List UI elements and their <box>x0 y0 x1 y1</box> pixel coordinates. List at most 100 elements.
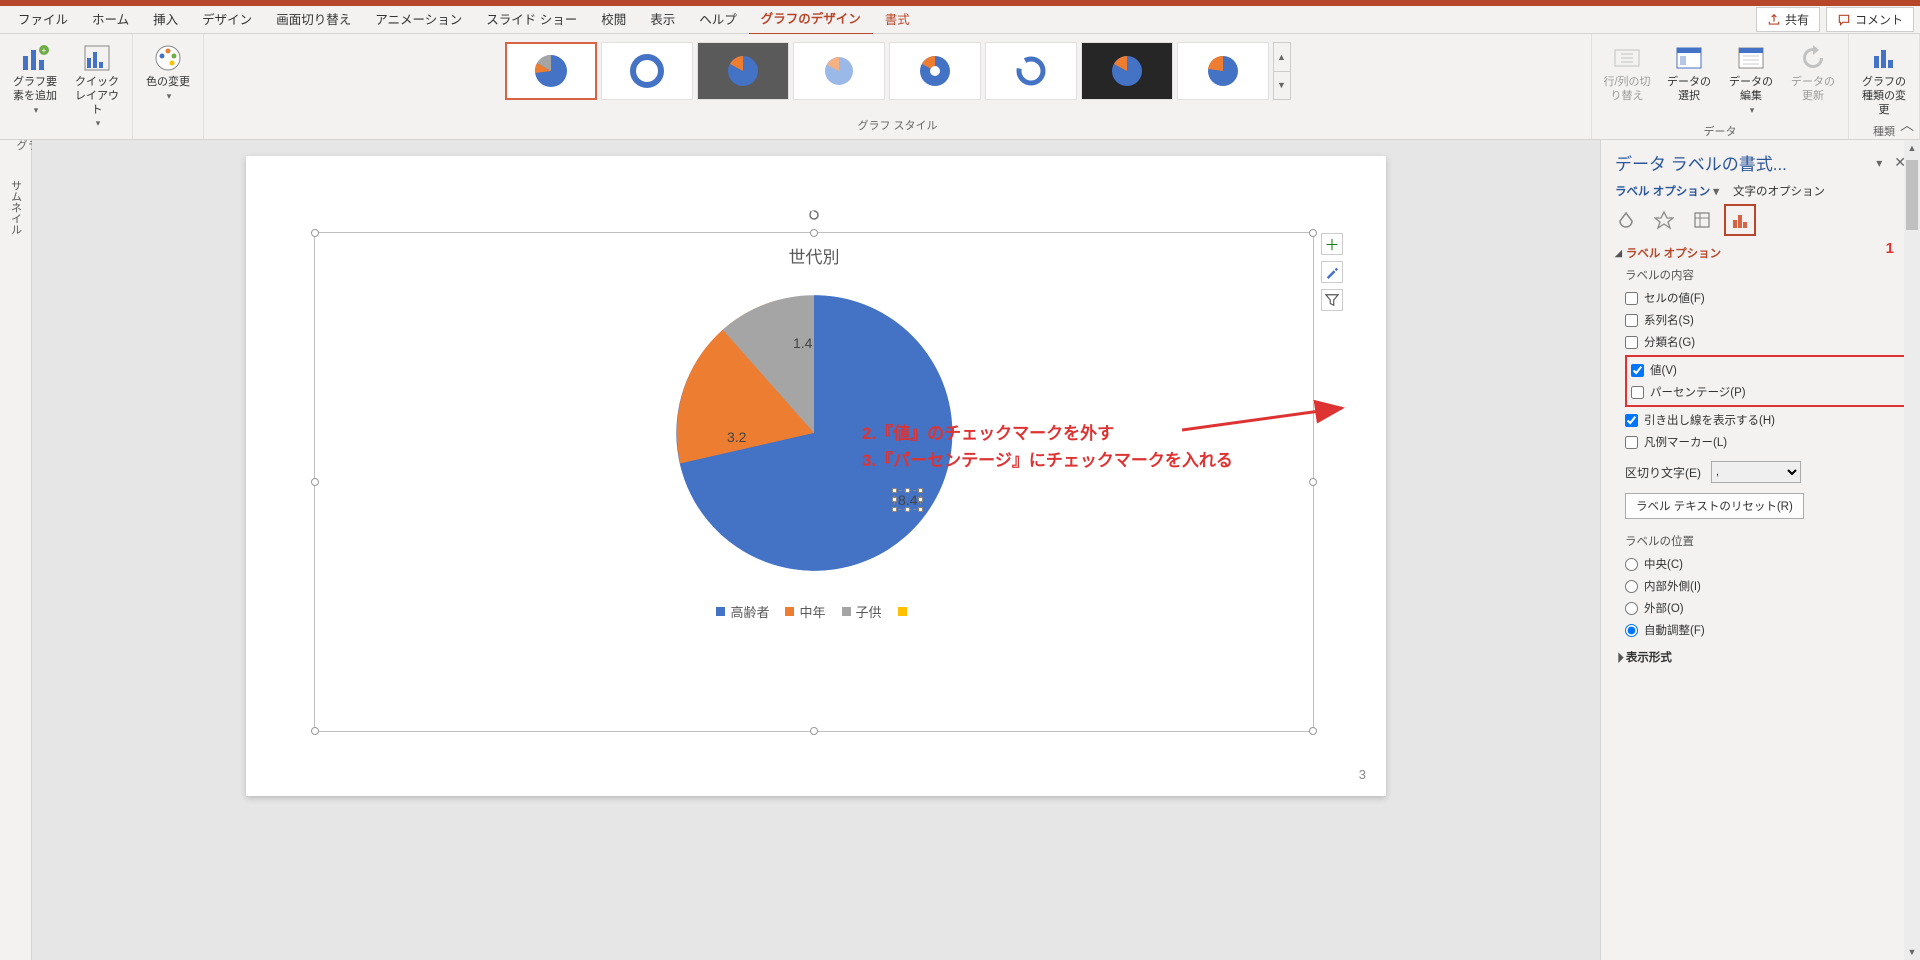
scroll-down[interactable]: ▼ <box>1904 944 1920 960</box>
tab-format[interactable]: 書式 <box>873 5 922 34</box>
tab-insert[interactable]: 挿入 <box>141 5 190 34</box>
chart-object[interactable]: 世代別 1.4 <box>314 232 1314 732</box>
tab-design[interactable]: デザイン <box>190 5 264 34</box>
effects-icon[interactable] <box>1653 209 1675 231</box>
slide[interactable]: 世代別 1.4 <box>246 156 1386 796</box>
legend-label-1: 高齢者 <box>730 602 769 621</box>
radio-center[interactable]: 中央(C) <box>1625 553 1906 575</box>
comment-button[interactable]: コメント <box>1826 7 1914 32</box>
main-area: サムネイル 世代別 <box>0 140 1920 960</box>
chart-filter-button[interactable] <box>1321 289 1343 311</box>
chart-style-3[interactable] <box>697 42 789 100</box>
chart-style-6[interactable] <box>985 42 1077 100</box>
switch-row-col-button: 行/列の切り替え <box>1598 38 1656 108</box>
label-options-icon[interactable] <box>1729 209 1751 231</box>
chart-style-2[interactable] <box>601 42 693 100</box>
data-label-2[interactable]: 3.2 <box>727 429 746 445</box>
slide-canvas[interactable]: 世代別 1.4 <box>32 140 1600 960</box>
separator-select[interactable]: , <box>1711 461 1801 483</box>
pane-subtab-text-options[interactable]: 文字のオプション <box>1733 183 1825 199</box>
share-button[interactable]: 共有 <box>1756 7 1820 32</box>
section-label-options[interactable]: ◢ラベル オプション <box>1615 245 1906 261</box>
chart-styles-button[interactable] <box>1321 261 1343 283</box>
tab-review[interactable]: 校閲 <box>589 5 638 34</box>
check-legend-marker[interactable]: 凡例マーカー(L) <box>1625 431 1906 453</box>
select-data-button[interactable]: データの選択 <box>1660 38 1718 108</box>
ribbon-styles-label: グラフ スタイル <box>857 115 937 137</box>
radio-outside[interactable]: 外部(O) <box>1625 597 1906 619</box>
check-cell-value[interactable]: セルの値(F) <box>1625 287 1906 309</box>
section-number-format[interactable]: ◢表示形式 <box>1615 649 1906 665</box>
thumbnail-strip[interactable]: サムネイル <box>0 140 32 960</box>
chart-title[interactable]: 世代別 <box>315 233 1313 268</box>
tab-slideshow[interactable]: スライド ショー <box>474 5 589 34</box>
radio-inside-end[interactable]: 内部外側(I) <box>1625 575 1906 597</box>
resize-handle-mr[interactable] <box>1309 478 1317 486</box>
tab-view[interactable]: 表示 <box>638 5 687 34</box>
legend-item-3[interactable]: 子供 <box>842 602 882 621</box>
chart-style-7[interactable] <box>1081 42 1173 100</box>
add-element-icon: + <box>19 42 51 74</box>
tab-transitions[interactable]: 画面切り替え <box>264 5 363 34</box>
change-colors-button[interactable]: 色の変更 <box>139 38 197 108</box>
chart-legend[interactable]: 高齢者 中年 子供 <box>315 578 1313 621</box>
check-percentage[interactable]: パーセンテージ(P) <box>1631 381 1900 403</box>
tab-help[interactable]: ヘルプ <box>687 5 749 34</box>
legend-label-2: 中年 <box>799 602 825 621</box>
pane-title: データ ラベルの書式... ▾ ✕ <box>1615 150 1906 175</box>
edit-data-button[interactable]: データの編集 <box>1722 38 1780 121</box>
style-nav-up[interactable]: ▲ <box>1274 43 1290 72</box>
resize-handle-ml[interactable] <box>311 478 319 486</box>
page-number: 3 <box>1359 767 1366 782</box>
check-value[interactable]: 値(V) <box>1631 359 1900 381</box>
resize-handle-tl[interactable] <box>311 229 319 237</box>
data-label-1[interactable]: 8.4 <box>895 491 920 509</box>
menu-tabs: ファイル ホーム 挿入 デザイン 画面切り替え アニメーション スライド ショー… <box>0 6 1920 34</box>
tab-chart-design[interactable]: グラフのデザイン <box>749 4 873 35</box>
share-label: 共有 <box>1785 11 1809 28</box>
change-chart-type-button[interactable]: グラフの種類の変更 <box>1855 38 1913 121</box>
size-properties-icon[interactable] <box>1691 209 1713 231</box>
pane-options-dropdown[interactable]: ▾ <box>1876 156 1882 170</box>
legend-item-2[interactable]: 中年 <box>785 602 825 621</box>
resize-handle-tm[interactable] <box>810 229 818 237</box>
chart-style-8[interactable] <box>1177 42 1269 100</box>
scroll-thumb[interactable] <box>1906 160 1918 230</box>
reset-label-text-button[interactable]: ラベル テキストのリセット(R) <box>1625 493 1804 519</box>
radio-best-fit[interactable]: 自動調整(F) <box>1625 619 1906 641</box>
pane-scrollbar[interactable]: ▲ ▼ <box>1904 140 1920 960</box>
legend-item-1[interactable]: 高齢者 <box>716 602 769 621</box>
tab-animations[interactable]: アニメーション <box>363 5 474 34</box>
data-label-3[interactable]: 1.4 <box>793 335 812 351</box>
chart-style-1[interactable] <box>505 42 597 100</box>
pane-subtab-label-options[interactable]: ラベル オプション ▾ <box>1615 183 1719 199</box>
tab-file[interactable]: ファイル <box>6 5 80 34</box>
tab-home[interactable]: ホーム <box>80 5 141 34</box>
chart-style-4[interactable] <box>793 42 885 100</box>
resize-handle-tr[interactable] <box>1309 229 1317 237</box>
style-nav-more[interactable]: ▼ <box>1274 72 1290 100</box>
palette-icon <box>152 42 184 74</box>
resize-handle-br[interactable] <box>1309 727 1317 735</box>
ribbon-collapse-button[interactable]: ︿ <box>1900 115 1914 135</box>
fill-line-icon[interactable] <box>1615 209 1637 231</box>
chart-type-icon <box>1868 42 1900 74</box>
label-content-heading: ラベルの内容 <box>1625 267 1906 283</box>
format-pane: データ ラベルの書式... ▾ ✕ ラベル オプション ▾ 文字のオプション 1… <box>1600 140 1920 960</box>
select-data-icon <box>1673 42 1705 74</box>
check-series-name[interactable]: 系列名(S) <box>1625 309 1906 331</box>
pane-title-text: データ ラベルの書式... <box>1615 150 1787 175</box>
chart-elements-button[interactable]: ＋ <box>1321 233 1343 255</box>
resize-handle-bm[interactable] <box>810 727 818 735</box>
check-category-name[interactable]: 分類名(G) <box>1625 331 1906 353</box>
edit-data-icon <box>1735 42 1767 74</box>
resize-handle-bl[interactable] <box>311 727 319 735</box>
add-chart-element-button[interactable]: + グラフ要素を追加 <box>6 38 64 121</box>
check-leader-lines[interactable]: 引き出し線を表示する(H) <box>1625 409 1906 431</box>
rotate-handle[interactable] <box>808 209 820 221</box>
comment-icon <box>1837 13 1851 27</box>
legend-item-4[interactable] <box>898 602 912 621</box>
scroll-up[interactable]: ▲ <box>1904 140 1920 156</box>
chart-style-5[interactable] <box>889 42 981 100</box>
quick-layout-button[interactable]: クイック レイアウト <box>68 38 126 135</box>
